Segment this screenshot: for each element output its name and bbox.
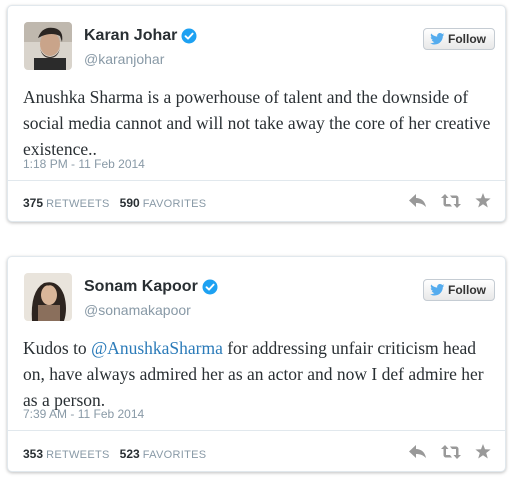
author-handle[interactable]: @sonamakapoor [84, 302, 191, 318]
tweet-timestamp[interactable]: 7:39 AM - 11 Feb 2014 [23, 407, 144, 421]
author-handle[interactable]: @karanjohar [84, 51, 164, 67]
avatar[interactable] [24, 273, 72, 321]
tweet-text: Anushka Sharma is a powerhouse of talent… [23, 87, 491, 159]
tweet-card: Sonam Kapoor @sonamakapoor Follow Kudos … [7, 256, 506, 472]
retweet-count[interactable]: 375 [23, 196, 43, 210]
reply-icon[interactable] [409, 193, 427, 208]
favorite-count[interactable]: 523 [120, 447, 140, 461]
verified-badge-icon [202, 279, 218, 295]
tweet-actions [409, 193, 491, 208]
twitter-bird-icon [430, 33, 445, 45]
favorite-icon[interactable] [475, 444, 491, 459]
retweet-label[interactable]: RETWEETS [46, 449, 110, 461]
retweet-icon[interactable] [441, 444, 461, 459]
author-name[interactable]: Sonam Kapoor [84, 278, 198, 295]
tweet-timestamp[interactable]: 1:18 PM - 11 Feb 2014 [23, 157, 145, 171]
favorite-label[interactable]: FAVORITES [143, 449, 207, 461]
reply-icon[interactable] [409, 444, 427, 459]
favorite-icon[interactable] [475, 193, 491, 208]
verified-badge-icon [181, 28, 197, 44]
tweet-card: Karan Johar @karanjohar Follow Anushka S… [7, 5, 506, 222]
divider [8, 180, 505, 181]
follow-button[interactable]: Follow [423, 279, 495, 301]
tweet-text-before: Kudos to [23, 338, 92, 358]
tweet-stats: 375 RETWEETS 590 FAVORITES [23, 196, 213, 210]
avatar[interactable] [24, 22, 72, 70]
tweet-stats: 353 RETWEETS 523 FAVORITES [23, 447, 213, 461]
favorite-label[interactable]: FAVORITES [143, 198, 207, 210]
tweet-actions [409, 444, 491, 459]
author-name-row[interactable]: Karan Johar [84, 27, 197, 49]
retweet-icon[interactable] [441, 193, 461, 208]
divider [8, 430, 505, 431]
author-name-row[interactable]: Sonam Kapoor [84, 278, 218, 300]
mention-link[interactable]: @AnushkaSharma [91, 338, 223, 358]
retweet-count[interactable]: 353 [23, 447, 43, 461]
favorite-count[interactable]: 590 [120, 196, 140, 210]
follow-label: Follow [448, 283, 486, 297]
retweet-label[interactable]: RETWEETS [46, 198, 110, 210]
follow-label: Follow [448, 32, 486, 46]
follow-button[interactable]: Follow [423, 28, 495, 50]
tweet-text: Kudos to @AnushkaSharma for addressing u… [23, 335, 493, 413]
twitter-bird-icon [430, 284, 445, 296]
author-name[interactable]: Karan Johar [84, 27, 177, 44]
